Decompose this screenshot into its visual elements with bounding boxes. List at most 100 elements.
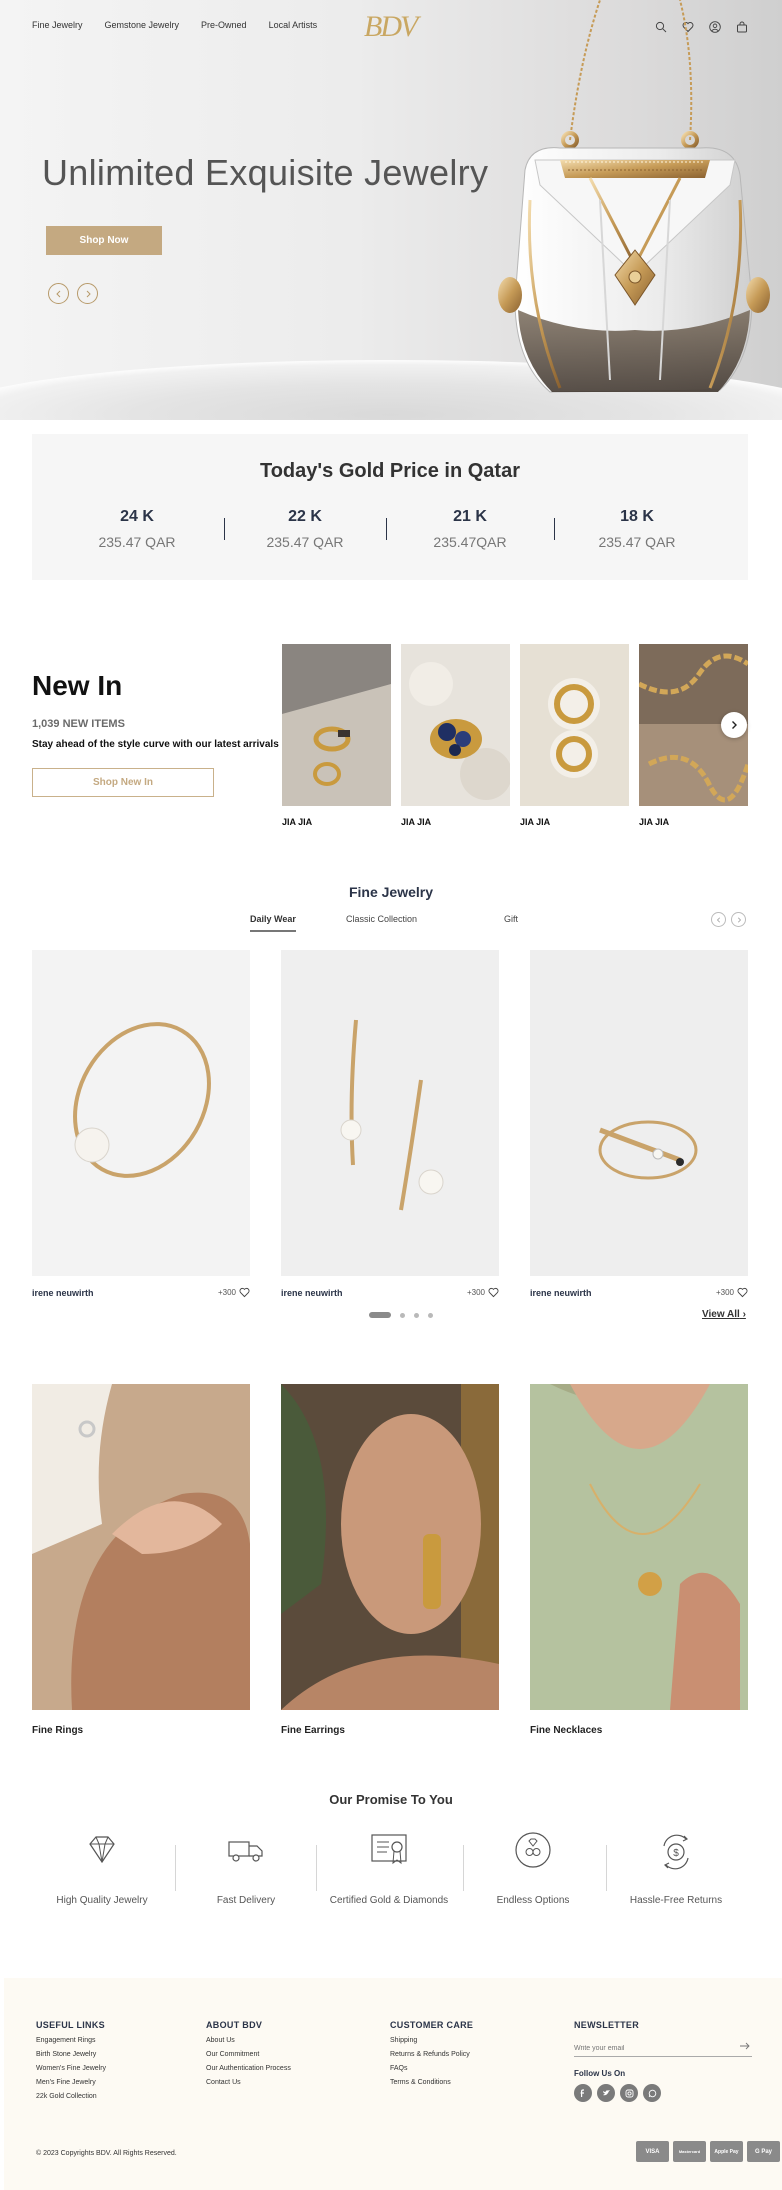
certificate-icon bbox=[371, 1834, 407, 1865]
tab-daily-wear[interactable]: Daily Wear bbox=[250, 914, 296, 932]
visa-icon: VISA bbox=[636, 2141, 669, 2162]
footer-link[interactable]: Birth Stone Jewelry bbox=[36, 2051, 106, 2058]
pagination-dot[interactable] bbox=[400, 1312, 405, 1318]
product-brand: JIA JIA bbox=[401, 817, 432, 827]
pagination-dot[interactable] bbox=[428, 1312, 433, 1318]
tab-gift[interactable]: Gift bbox=[504, 914, 518, 924]
category-card-rings[interactable]: Fine Rings bbox=[32, 1384, 250, 1736]
instagram-icon[interactable] bbox=[620, 2084, 638, 2102]
category-label: Fine Necklaces bbox=[530, 1725, 603, 1736]
hero-prev-button[interactable] bbox=[48, 283, 69, 304]
category-label: Fine Rings bbox=[32, 1725, 84, 1736]
fine-jewelry-product-card[interactable]: irene neuwirth +300 bbox=[281, 950, 499, 1298]
main-nav: Fine Jewelry Gemstone Jewelry Pre-Owned … bbox=[32, 20, 317, 30]
view-all-label: View All bbox=[702, 1309, 740, 1320]
heart-icon[interactable] bbox=[239, 1287, 250, 1298]
promise-item: Endless Options bbox=[463, 1830, 603, 1906]
gold-price-panel: Today's Gold Price in Qatar 24 K 235.47 … bbox=[32, 434, 748, 580]
gold-price-24k: 24 K 235.47 QAR bbox=[62, 508, 212, 550]
divider bbox=[554, 518, 555, 540]
nav-local-artists[interactable]: Local Artists bbox=[269, 20, 318, 30]
nav-gemstone-jewelry[interactable]: Gemstone Jewelry bbox=[105, 20, 180, 30]
new-in-product-card[interactable]: JIA JIA bbox=[282, 644, 391, 827]
product-meta: irene neuwirth +300 bbox=[530, 1287, 748, 1298]
twitter-icon[interactable] bbox=[597, 2084, 615, 2102]
like-count: +300 bbox=[218, 1287, 250, 1298]
product-image-rings bbox=[282, 644, 391, 806]
footer-link[interactable]: Women's Fine Jewelry bbox=[36, 2065, 106, 2072]
arrow-right-icon[interactable] bbox=[740, 2042, 750, 2050]
product-brand: JIA JIA bbox=[282, 817, 313, 827]
divider bbox=[224, 518, 225, 540]
new-in-title: New In bbox=[32, 670, 123, 701]
promise-title: Our Promise To You bbox=[329, 1792, 453, 1807]
karat-label: 22 K bbox=[288, 508, 322, 525]
gold-price-21k: 21 K 235.47QAR bbox=[395, 508, 545, 550]
truck-icon bbox=[228, 1841, 263, 1862]
footer-about: ABOUT BDV About Us Our Commitment Our Au… bbox=[206, 2020, 291, 2093]
product-image-pearl-earrings bbox=[281, 950, 499, 1276]
promise-label: Fast Delivery bbox=[216, 1895, 276, 1906]
shop-now-button[interactable]: Shop Now bbox=[46, 226, 162, 255]
chevron-left-icon bbox=[55, 290, 60, 297]
footer-link[interactable]: Our Commitment bbox=[206, 2051, 291, 2058]
hero-handbag-image bbox=[498, 0, 770, 393]
footer-link[interactable]: Our Authentication Process bbox=[206, 2065, 291, 2072]
product-image-sapphire-ring bbox=[401, 644, 512, 806]
price-value: 235.47 QAR bbox=[98, 534, 176, 550]
footer-link[interactable]: FAQs bbox=[390, 2065, 473, 2072]
gold-price-18k: 18 K 235.47 QAR bbox=[562, 508, 712, 550]
promise-label: High Quality Jewelry bbox=[56, 1895, 148, 1906]
new-in-next-button[interactable] bbox=[721, 712, 747, 738]
heart-icon[interactable] bbox=[737, 1287, 748, 1298]
new-in-subtitle: Stay ahead of the style curve with our l… bbox=[32, 739, 279, 750]
product-meta: irene neuwirth +300 bbox=[32, 1287, 250, 1298]
whatsapp-icon[interactable] bbox=[643, 2084, 661, 2102]
fine-jewelry-product-card[interactable]: irene neuwirth +300 bbox=[32, 950, 250, 1298]
fine-jewelry-next-button[interactable] bbox=[731, 912, 746, 927]
price-value: 235.47QAR bbox=[433, 534, 507, 550]
new-in-product-card[interactable]: JIA JIA bbox=[520, 644, 629, 827]
category-card-earrings[interactable]: Fine Earrings bbox=[281, 1384, 499, 1736]
karat-label: 21 K bbox=[453, 508, 487, 525]
footer-link[interactable]: About Us bbox=[206, 2037, 291, 2044]
view-all-link[interactable]: View All › bbox=[702, 1309, 746, 1320]
social-links bbox=[574, 2084, 752, 2102]
product-brand: irene neuwirth bbox=[32, 1287, 94, 1298]
pagination-dot[interactable] bbox=[414, 1312, 419, 1318]
heart-icon[interactable] bbox=[488, 1287, 499, 1298]
footer-link[interactable]: Terms & Conditions bbox=[390, 2079, 473, 2086]
brand-logo[interactable]: BDV bbox=[364, 10, 418, 44]
product-image-pearl-ring bbox=[32, 950, 250, 1276]
tab-classic-collection[interactable]: Classic Collection bbox=[346, 914, 417, 924]
product-brand: JIA JIA bbox=[639, 817, 670, 827]
chevron-right-icon bbox=[86, 290, 91, 297]
footer-link[interactable]: Shipping bbox=[390, 2037, 473, 2044]
fine-jewelry-product-card[interactable]: irene neuwirth +300 bbox=[530, 950, 748, 1298]
category-image-earrings bbox=[281, 1384, 499, 1710]
shop-new-in-button[interactable]: Shop New In bbox=[32, 768, 214, 797]
footer-link[interactable]: Engagement Rings bbox=[36, 2037, 106, 2044]
newsletter-email-input[interactable] bbox=[574, 2041, 752, 2057]
footer-link[interactable]: 22k Gold Collection bbox=[36, 2093, 106, 2100]
footer-link[interactable]: Men's Fine Jewelry bbox=[36, 2079, 106, 2086]
like-count: +300 bbox=[467, 1287, 499, 1298]
promise-item: High Quality Jewelry bbox=[32, 1830, 172, 1906]
hero-next-button[interactable] bbox=[77, 283, 98, 304]
category-card-necklaces[interactable]: Fine Necklaces bbox=[530, 1384, 748, 1736]
fine-jewelry-title: Fine Jewelry bbox=[348, 884, 434, 900]
like-count-value: +300 bbox=[217, 1288, 236, 1297]
like-count: +300 bbox=[716, 1287, 748, 1298]
product-image-gold-rings bbox=[520, 644, 629, 806]
nav-fine-jewelry[interactable]: Fine Jewelry bbox=[32, 20, 83, 30]
chevron-right-icon bbox=[732, 721, 737, 729]
pagination-dot-active[interactable] bbox=[369, 1312, 391, 1318]
footer-link[interactable]: Contact Us bbox=[206, 2079, 291, 2086]
follow-us-label: Follow Us On bbox=[574, 2069, 626, 2078]
karat-label: 18 K bbox=[620, 508, 654, 525]
fine-jewelry-prev-button[interactable] bbox=[711, 912, 726, 927]
footer-link[interactable]: Returns & Refunds Policy bbox=[390, 2051, 473, 2058]
nav-pre-owned[interactable]: Pre-Owned bbox=[201, 20, 247, 30]
facebook-icon[interactable] bbox=[574, 2084, 592, 2102]
new-in-product-card[interactable]: JIA JIA bbox=[401, 644, 512, 827]
